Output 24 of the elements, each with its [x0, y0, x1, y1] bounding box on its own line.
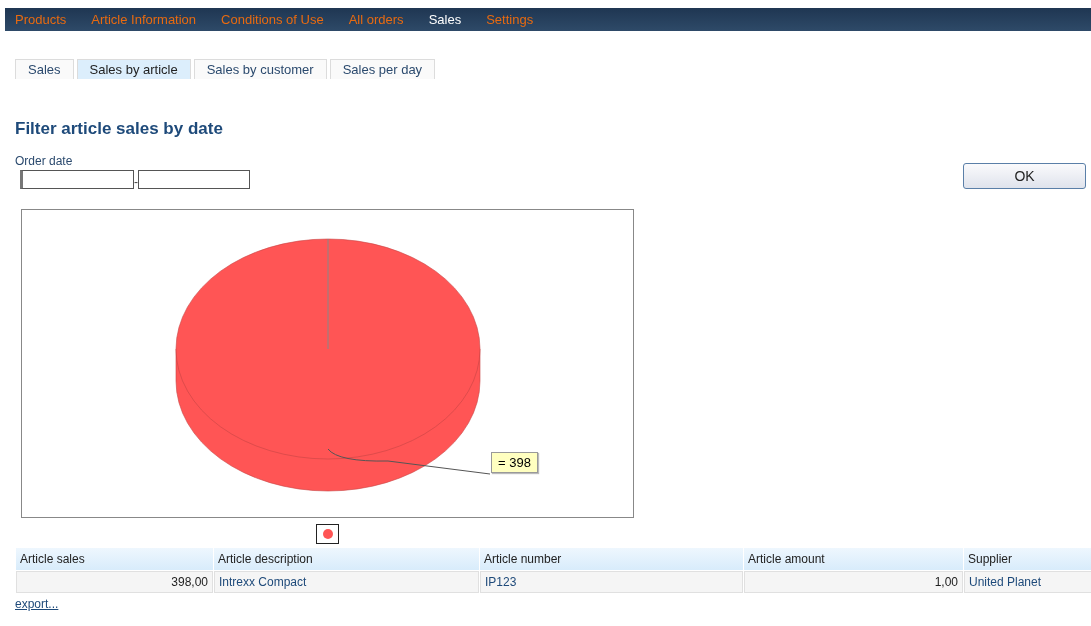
legend-swatch	[322, 529, 333, 539]
column-header[interactable]: Article number	[480, 548, 743, 570]
table-cell: 398,00	[16, 571, 213, 593]
tab[interactable]: Sales	[15, 59, 74, 79]
tab[interactable]: Sales by customer	[193, 59, 327, 79]
table-cell: IP123	[480, 571, 743, 593]
value-label: = 398	[491, 452, 538, 473]
tab[interactable]: Sales per day	[329, 59, 436, 79]
table-cell: 1,00	[744, 571, 963, 593]
tab[interactable]: Sales by article	[76, 59, 191, 79]
column-header[interactable]: Article sales	[16, 548, 213, 570]
export-link[interactable]: export...	[15, 597, 59, 611]
date-from-field[interactable]	[20, 169, 134, 189]
field-label: Order date	[15, 154, 74, 168]
column-header[interactable]: Supplier	[964, 548, 1091, 570]
column-header[interactable]: Article amount	[744, 548, 963, 570]
table-cell: United Planet	[964, 571, 1091, 593]
section-heading: Filter article sales by date	[15, 119, 224, 139]
range-separator: -	[134, 174, 138, 189]
table-cell: Intrexx Compact	[214, 571, 479, 593]
date-to-field[interactable]	[138, 169, 250, 189]
ok-button[interactable]: OK	[963, 163, 1086, 189]
column-header[interactable]: Article description	[214, 548, 479, 570]
nav-link[interactable]: Sales	[428, 11, 462, 28]
